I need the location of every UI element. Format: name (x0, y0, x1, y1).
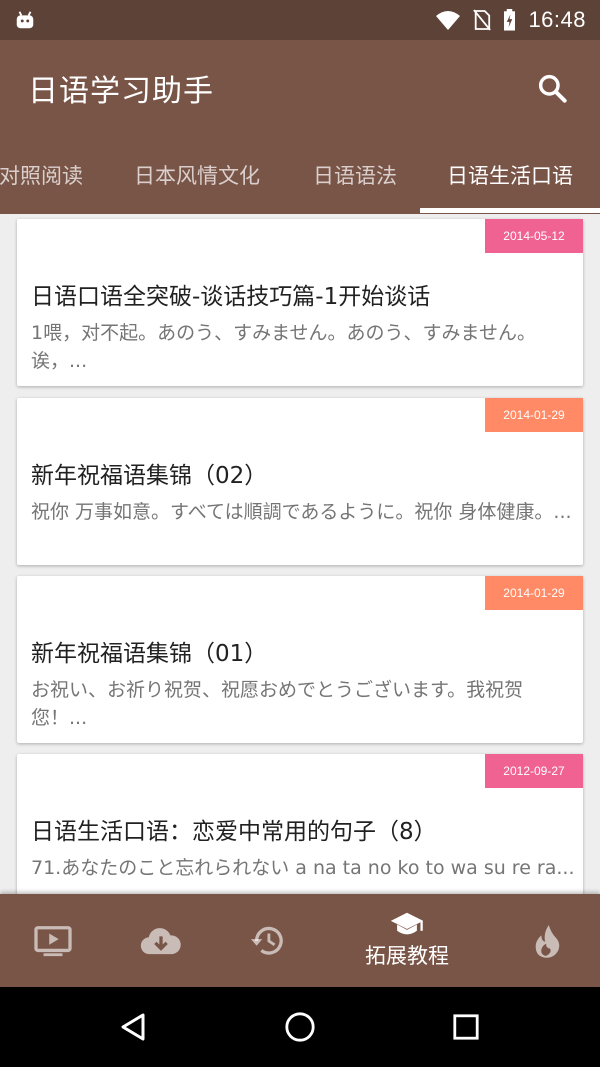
app-bar: 日语学习助手 (0, 40, 600, 136)
tab-parallel-reading[interactable]: 对照阅读 (0, 136, 106, 214)
article-card[interactable]: 2014-05-12 日语口语全突破-谈话技巧篇-1开始谈话 1喂，对不起。あの… (17, 219, 583, 386)
nav-history[interactable] (242, 894, 292, 987)
article-card[interactable]: 2014-01-29 新年祝福语集锦（01） お祝い、お祈り祝贺、祝愿おめでとう… (17, 576, 583, 743)
tab-indicator (420, 208, 600, 213)
article-summary: 71.あなたのこと忘れられない a na ta no ko to wa su r… (31, 857, 575, 879)
status-time: 16:48 (528, 7, 586, 32)
cloud-download-icon (140, 927, 181, 954)
recents-button[interactable] (446, 1007, 486, 1047)
tab-daily-spoken[interactable]: 日语生活口语 (420, 136, 600, 214)
no-sim-icon (473, 9, 492, 31)
article-card[interactable]: 2012-09-27 日语生活口语：恋爱中常用的句子（8） 71.あなたのこと忘… (17, 754, 583, 894)
date-badge: 2012-09-27 (485, 754, 583, 788)
app-title: 日语学习助手 (28, 74, 214, 109)
article-list[interactable]: 2014-05-12 日语口语全突破-谈话技巧篇-1开始谈话 1喂，对不起。あの… (0, 214, 600, 894)
flame-icon (535, 924, 560, 958)
history-icon (250, 926, 283, 955)
home-circle-icon (285, 1012, 315, 1042)
home-button[interactable] (280, 1007, 320, 1047)
article-title: 日语生活口语：恋爱中常用的句子（8） (31, 819, 437, 845)
article-summary: 1喂，对不起。あのう、すみません。あのう、すみません。诶，... (31, 322, 536, 372)
nav-video[interactable] (28, 894, 78, 987)
article-summary: 祝你 万事如意。すべては順調であるように。祝你 身体健康。... (31, 501, 572, 523)
article-card[interactable]: 2014-01-29 新年祝福语集锦（02） 祝你 万事如意。すべては順調である… (17, 398, 583, 565)
date-badge: 2014-05-12 (485, 219, 583, 253)
school-icon (390, 912, 424, 935)
android-notification-icon (16, 11, 34, 29)
nav-download[interactable] (136, 894, 186, 987)
article-title: 新年祝福语集锦（02） (31, 463, 268, 489)
status-bar: 16:48 (0, 0, 600, 40)
nav-hot[interactable] (522, 894, 572, 987)
bottom-navigation: 拓展教程 (0, 894, 600, 987)
nav-extended-tutorial[interactable]: 拓展教程 (350, 894, 464, 987)
tab-japan-culture[interactable]: 日本风情文化 (112, 136, 282, 214)
video-icon (34, 925, 72, 956)
article-summary: お祝い、お祈り祝贺、祝愿おめでとうございます。我祝贺您！... (31, 679, 524, 729)
article-title: 新年祝福语集锦（01） (31, 641, 268, 667)
nav-label: 拓展教程 (365, 944, 449, 968)
back-triangle-icon (121, 1013, 145, 1041)
battery-charging-icon (504, 9, 516, 31)
tab-grammar[interactable]: 日语语法 (290, 136, 420, 214)
date-badge: 2014-01-29 (485, 398, 583, 432)
recents-square-icon (453, 1014, 479, 1040)
wifi-icon (436, 11, 461, 30)
back-button[interactable] (113, 1007, 153, 1047)
article-title: 日语口语全突破-谈话技巧篇-1开始谈话 (31, 284, 431, 310)
search-icon (538, 74, 567, 103)
system-navigation-bar (0, 987, 600, 1067)
category-tabs: 对照阅读 日本风情文化 日语语法 日语生活口语 (0, 136, 600, 214)
search-button[interactable] (532, 68, 572, 108)
date-badge: 2014-01-29 (485, 576, 583, 610)
